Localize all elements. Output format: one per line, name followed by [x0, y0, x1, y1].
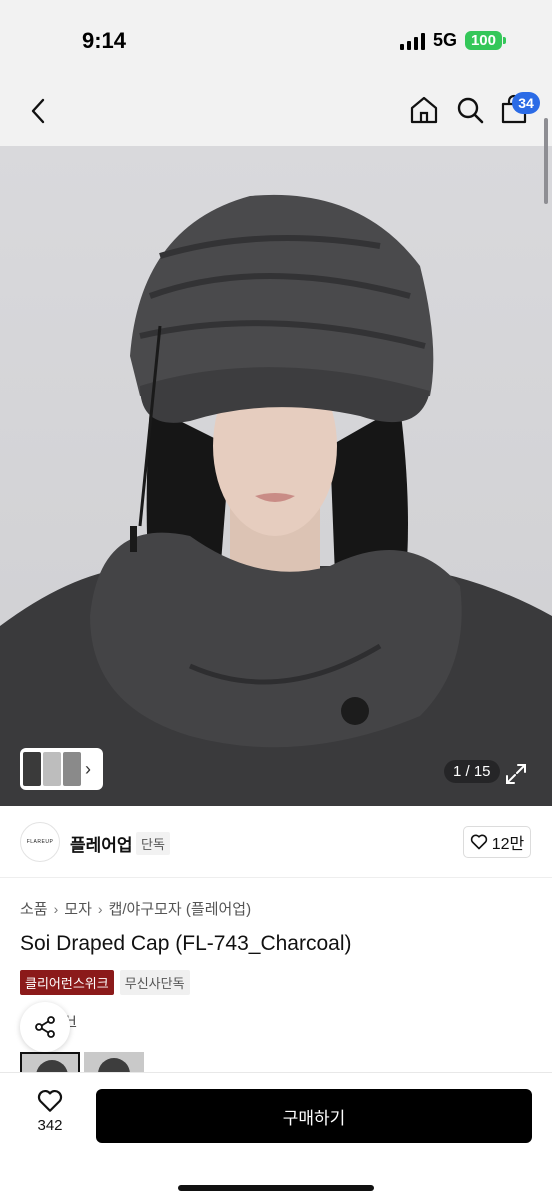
- top-nav: [0, 80, 552, 146]
- status-indicators: 5G 100: [399, 30, 507, 51]
- share-button[interactable]: [20, 1002, 70, 1052]
- brand-like-button[interactable]: 12만: [463, 826, 531, 858]
- brand-logo[interactable]: FLAREUP: [20, 822, 60, 862]
- buy-button[interactable]: 구매하기: [96, 1089, 532, 1143]
- bottom-action-bar: 342 구매하기: [0, 1072, 552, 1200]
- brand-like-count: 12만: [491, 836, 525, 853]
- chevron-right-icon: ›: [53, 900, 59, 917]
- image-counter: 1 / 15: [444, 760, 500, 783]
- heart-icon: [37, 1089, 63, 1112]
- breadcrumb-item[interactable]: 소품: [20, 898, 48, 919]
- signal-icon: [399, 32, 425, 50]
- exclusive-badge: 무신사단독: [119, 970, 190, 995]
- breadcrumb-item[interactable]: 캡/야구모자 (플레어업): [109, 898, 252, 919]
- status-bar: 9:14 5G 100: [0, 0, 552, 80]
- product-photo: [0, 146, 552, 806]
- option-thumbnails: [20, 1052, 144, 1074]
- product-image[interactable]: [0, 146, 552, 806]
- option-thumbnail[interactable]: [20, 1052, 80, 1074]
- clearance-badge: 클리어런스위크: [20, 970, 114, 995]
- gallery-thumbnail: [43, 752, 61, 786]
- chevron-right-icon: ›: [85, 758, 91, 779]
- gallery-thumbnail-strip[interactable]: ›: [20, 748, 103, 790]
- gallery-thumbnail: [63, 752, 81, 786]
- gallery-thumbnail: [23, 752, 41, 786]
- scroll-indicator: [544, 118, 548, 204]
- home-icon[interactable]: [408, 94, 440, 126]
- home-indicator: [178, 1185, 374, 1191]
- share-icon: [35, 1016, 55, 1038]
- expand-icon[interactable]: [504, 762, 528, 786]
- breadcrumb: 소품 › 모자 › 캡/야구모자 (플레어업): [20, 898, 251, 919]
- product-like-count: 342: [37, 1117, 63, 1134]
- option-thumbnail[interactable]: [84, 1052, 144, 1074]
- brand-exclusive-tag: 단독: [136, 832, 170, 855]
- chevron-right-icon: ›: [97, 900, 103, 917]
- network-type: 5G: [432, 30, 457, 50]
- brand-row: FLAREUP 플레어업 단독 12만: [0, 806, 552, 878]
- brand-name[interactable]: 플레어업: [70, 831, 133, 856]
- breadcrumb-item[interactable]: 모자: [64, 898, 92, 919]
- product-badges: 클리어런스위크 무신사단독: [20, 970, 190, 995]
- search-icon[interactable]: [454, 94, 486, 126]
- battery-indicator: 100: [464, 31, 507, 50]
- cart-count-badge: 34: [512, 92, 540, 114]
- product-title: Soi Draped Cap (FL-743_Charcoal): [20, 932, 352, 955]
- product-like-button[interactable]: 342: [26, 1089, 74, 1134]
- heart-icon: [470, 834, 487, 850]
- status-time: 9:14: [82, 28, 127, 53]
- back-chevron-icon[interactable]: [24, 96, 54, 126]
